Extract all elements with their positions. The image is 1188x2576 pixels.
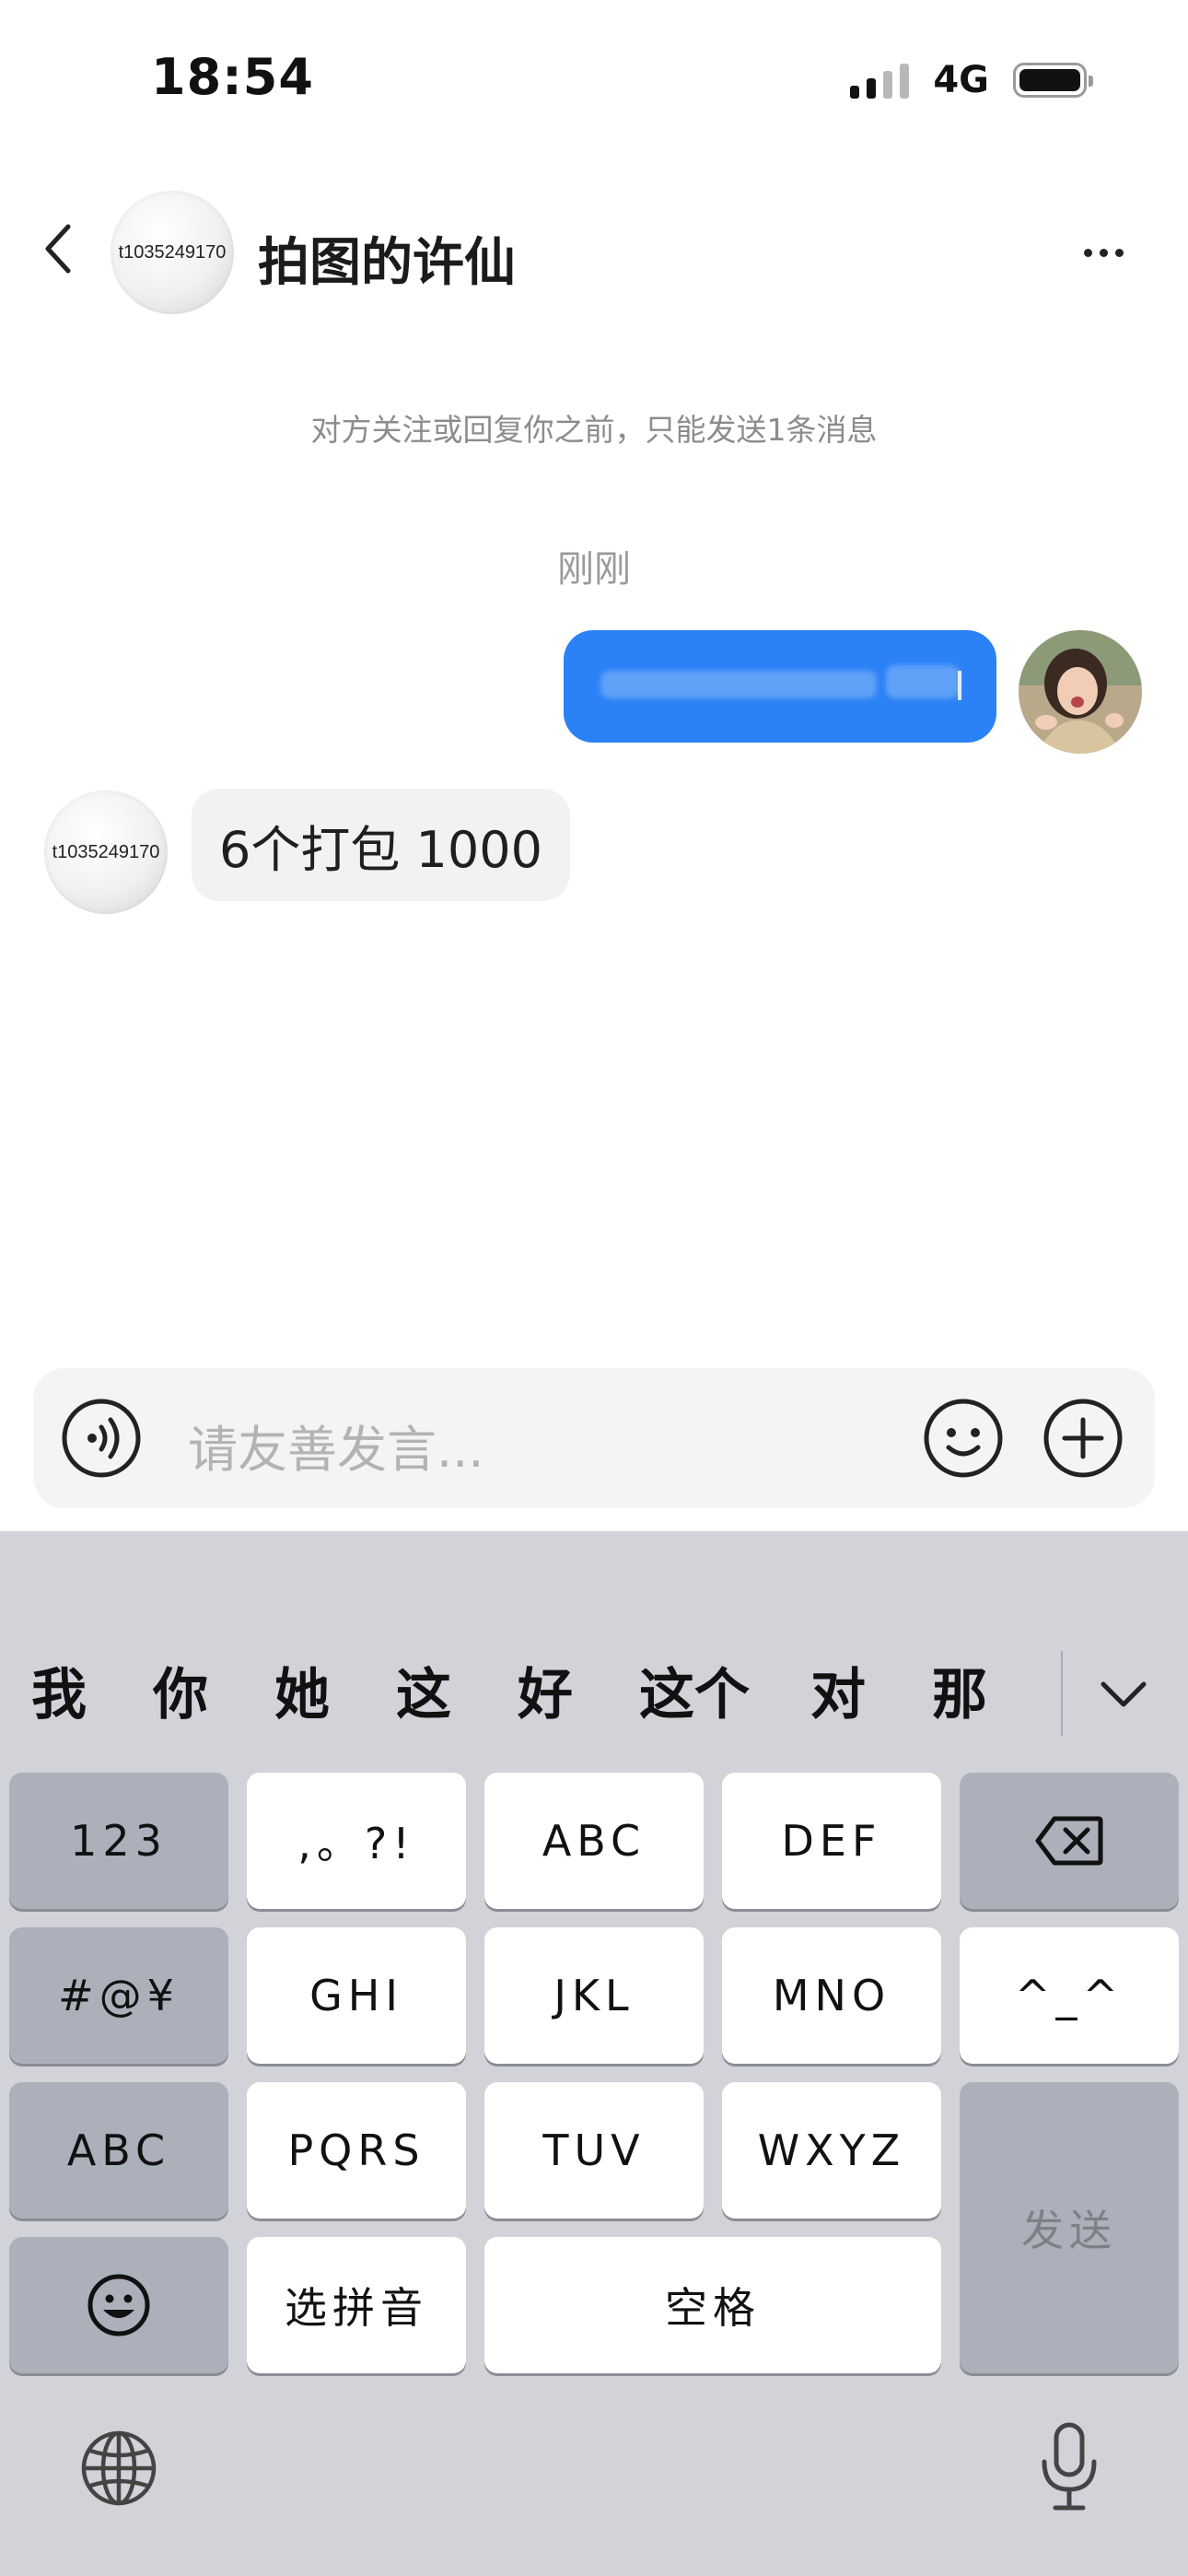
key-mno[interactable]: MNO: [722, 1927, 941, 2064]
key-emoticon[interactable]: ^_^: [960, 1927, 1179, 2064]
key-jkl[interactable]: JKL: [484, 1927, 704, 2064]
network-type: 4G: [933, 59, 989, 101]
candidate-word[interactable]: 我: [31, 1649, 87, 1741]
backspace-icon: [1035, 1816, 1103, 1866]
key-punctuation[interactable]: ,。?!: [247, 1773, 466, 1909]
incoming-avatar-text: t1035249170: [52, 841, 160, 862]
candidate-divider: [1061, 1651, 1063, 1736]
plus-icon[interactable]: [1042, 1398, 1124, 1479]
my-avatar[interactable]: [1019, 630, 1142, 754]
message-timestamp: 刚刚: [557, 548, 631, 591]
voice-icon[interactable]: [61, 1398, 142, 1479]
key-ghi[interactable]: GHI: [247, 1927, 466, 2064]
candidate-word[interactable]: 好: [518, 1649, 573, 1741]
key-pqrs[interactable]: PQRS: [247, 2082, 466, 2219]
candidate-word[interactable]: 对: [810, 1649, 866, 1741]
send-key[interactable]: 发送: [960, 2082, 1179, 2373]
message-input[interactable]: 请友善发言...: [188, 1409, 484, 1481]
contact-name[interactable]: 拍图的许仙: [258, 221, 516, 296]
contact-avatar-text: t1035249170: [118, 241, 227, 263]
status-time: 18:54: [151, 48, 314, 106]
chevron-down-icon[interactable]: [1096, 1671, 1151, 1717]
candidate-word[interactable]: 那: [932, 1649, 987, 1741]
backspace-key[interactable]: [960, 1773, 1179, 1909]
message-limit-notice: 对方关注或回复你之前，只能发送1条消息: [310, 412, 878, 448]
candidate-word[interactable]: 你: [153, 1649, 208, 1741]
signal-icon: [850, 62, 910, 99]
key-wxyz[interactable]: WXYZ: [722, 2082, 941, 2219]
more-icon[interactable]: [1084, 249, 1124, 257]
key-abc[interactable]: ABC: [484, 1773, 704, 1909]
incoming-avatar[interactable]: t1035249170: [44, 790, 168, 914]
mic-icon[interactable]: [1039, 2421, 1100, 2513]
message-input-bar: 请友善发言...: [33, 1368, 1155, 1508]
key-tuv[interactable]: TUV: [484, 2082, 704, 2219]
contact-avatar[interactable]: t1035249170: [111, 191, 234, 314]
battery-icon: [1013, 63, 1093, 98]
outgoing-message-bubble[interactable]: [564, 630, 996, 743]
key-123[interactable]: 123: [9, 1773, 228, 1909]
emoji-key-icon: [87, 2274, 150, 2336]
incoming-message-bubble[interactable]: 6个打包 1000: [192, 789, 570, 901]
space-key[interactable]: 空格: [484, 2237, 941, 2373]
candidate-word[interactable]: 这个: [639, 1649, 750, 1741]
key-pinyin[interactable]: 选拼音: [247, 2237, 466, 2373]
status-indicators: 4G: [850, 57, 1093, 103]
emoji-icon[interactable]: [923, 1398, 1004, 1479]
candidate-bar: 我 你 她 这 好 这个 对 那: [0, 1649, 1188, 1741]
back-arrow-icon[interactable]: [41, 221, 77, 276]
key-symbols[interactable]: #@¥: [9, 1927, 228, 2064]
keyboard: 我 你 她 这 好 这个 对 那 123 ,。?! ABC DEF #@¥ GH…: [0, 1531, 1188, 2576]
candidate-word[interactable]: 她: [274, 1649, 330, 1741]
key-def[interactable]: DEF: [722, 1773, 941, 1909]
key-abc-mode[interactable]: ABC: [9, 2082, 228, 2219]
globe-icon[interactable]: [79, 2429, 158, 2508]
emoji-key[interactable]: [9, 2237, 228, 2373]
candidate-word[interactable]: 这: [396, 1649, 451, 1741]
incoming-message-text: 6个打包 1000: [219, 820, 542, 879]
